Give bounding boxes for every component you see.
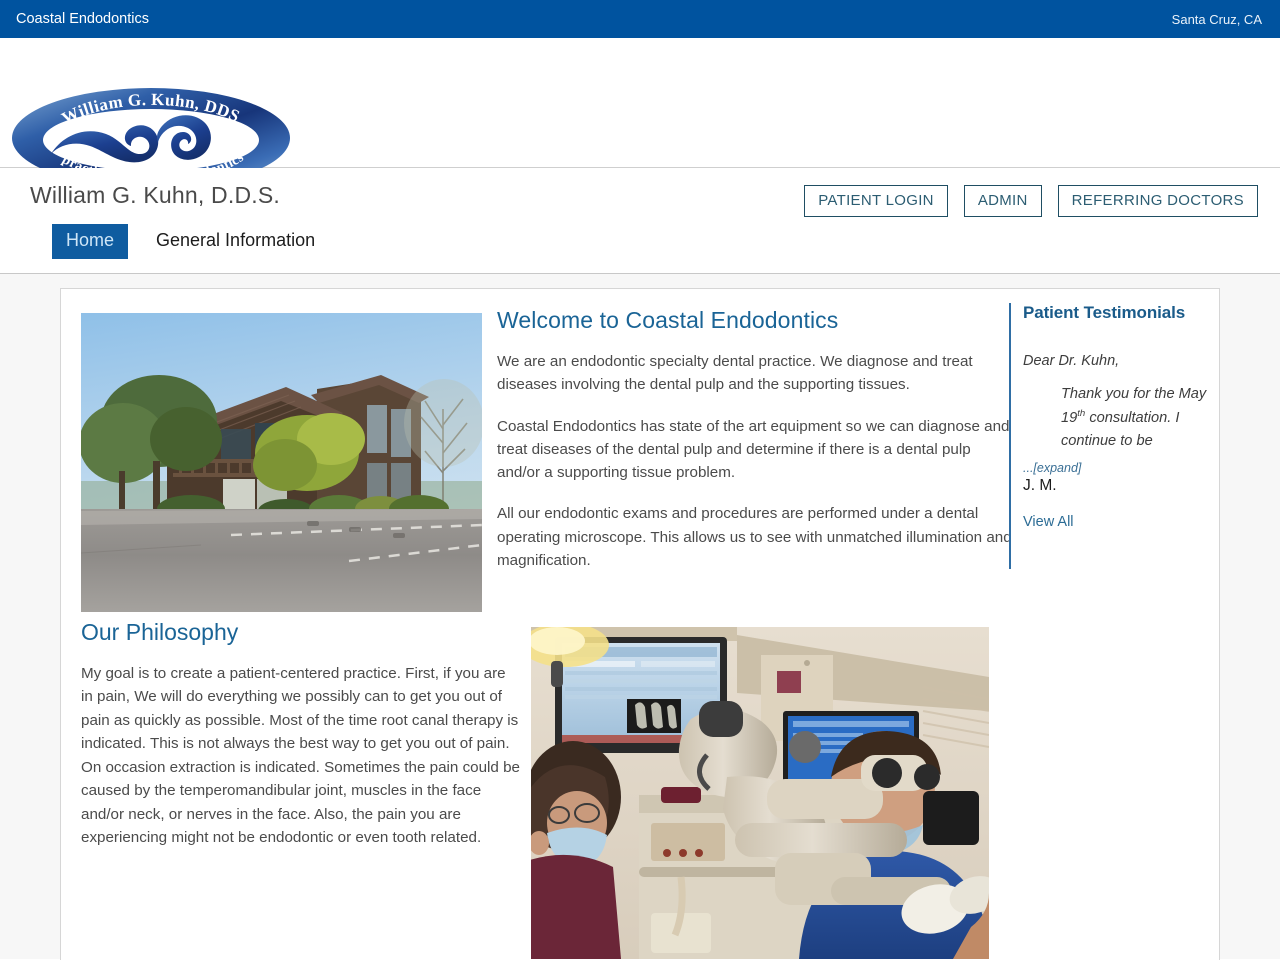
testimonial-expand-link[interactable]: ...[expand]	[1023, 461, 1209, 475]
philosophy-section: Our Philosophy My goal is to create a pa…	[81, 619, 521, 850]
operatory-photo-graphic	[531, 627, 989, 959]
logo-band: William G. Kuhn, DDS practice limited to…	[0, 38, 1280, 188]
welcome-section: Welcome to Coastal Endodontics We are an…	[497, 307, 1017, 590]
site-location: Santa Cruz, CA	[1171, 11, 1262, 27]
header-button-group: PATIENT LOGIN ADMIN REFERRING DOCTORS	[804, 185, 1258, 217]
patient-login-button[interactable]: PATIENT LOGIN	[804, 185, 948, 217]
admin-button[interactable]: ADMIN	[963, 185, 1042, 217]
building-photo-graphic	[81, 313, 482, 612]
operatory-microscope-photo	[531, 627, 989, 959]
philosophy-heading: Our Philosophy	[81, 619, 239, 645]
page-body: Welcome to Coastal Endodontics We are an…	[0, 274, 1280, 960]
site-name: Coastal Endodontics	[16, 11, 149, 27]
office-building-photo	[81, 313, 482, 612]
tab-general-information[interactable]: General Information	[142, 224, 329, 259]
patient-testimonials-panel: Patient Testimonials Dear Dr. Kuhn, Than…	[1009, 303, 1209, 569]
main-navigation: Home General Information	[52, 224, 329, 259]
welcome-heading: Welcome to Coastal Endodontics	[497, 307, 839, 333]
testimonial-salutation: Dear Dr. Kuhn,	[1023, 353, 1120, 369]
practice-header-bar: William G. Kuhn, D.D.S. PATIENT LOGIN AD…	[0, 168, 1280, 274]
top-utility-bar: Coastal Endodontics Santa Cruz, CA	[0, 0, 1280, 38]
philosophy-body: My goal is to create a patient-centered …	[81, 665, 520, 847]
testimonial-quote-clip: Thank you for the May 19th consultation.…	[1061, 383, 1209, 461]
testimonials-view-all-link[interactable]: View All	[1023, 514, 1074, 530]
welcome-paragraph-1: We are an endodontic specialty dental pr…	[497, 353, 973, 394]
tab-home[interactable]: Home	[52, 224, 129, 259]
referring-doctors-button[interactable]: REFERRING DOCTORS	[1057, 185, 1258, 217]
welcome-paragraph-2: Coastal Endodontics has state of the art…	[497, 417, 1010, 482]
testimonial-author: J. M.	[1023, 477, 1057, 494]
testimonials-heading: Patient Testimonials	[1023, 303, 1186, 322]
content-card: Welcome to Coastal Endodontics We are an…	[60, 288, 1220, 960]
page-title: William G. Kuhn, D.D.S.	[30, 182, 280, 208]
welcome-paragraph-3: All our endodontic exams and procedures …	[497, 505, 1012, 569]
testimonial-quote: Thank you for the May 19th consultation.…	[1061, 383, 1209, 453]
